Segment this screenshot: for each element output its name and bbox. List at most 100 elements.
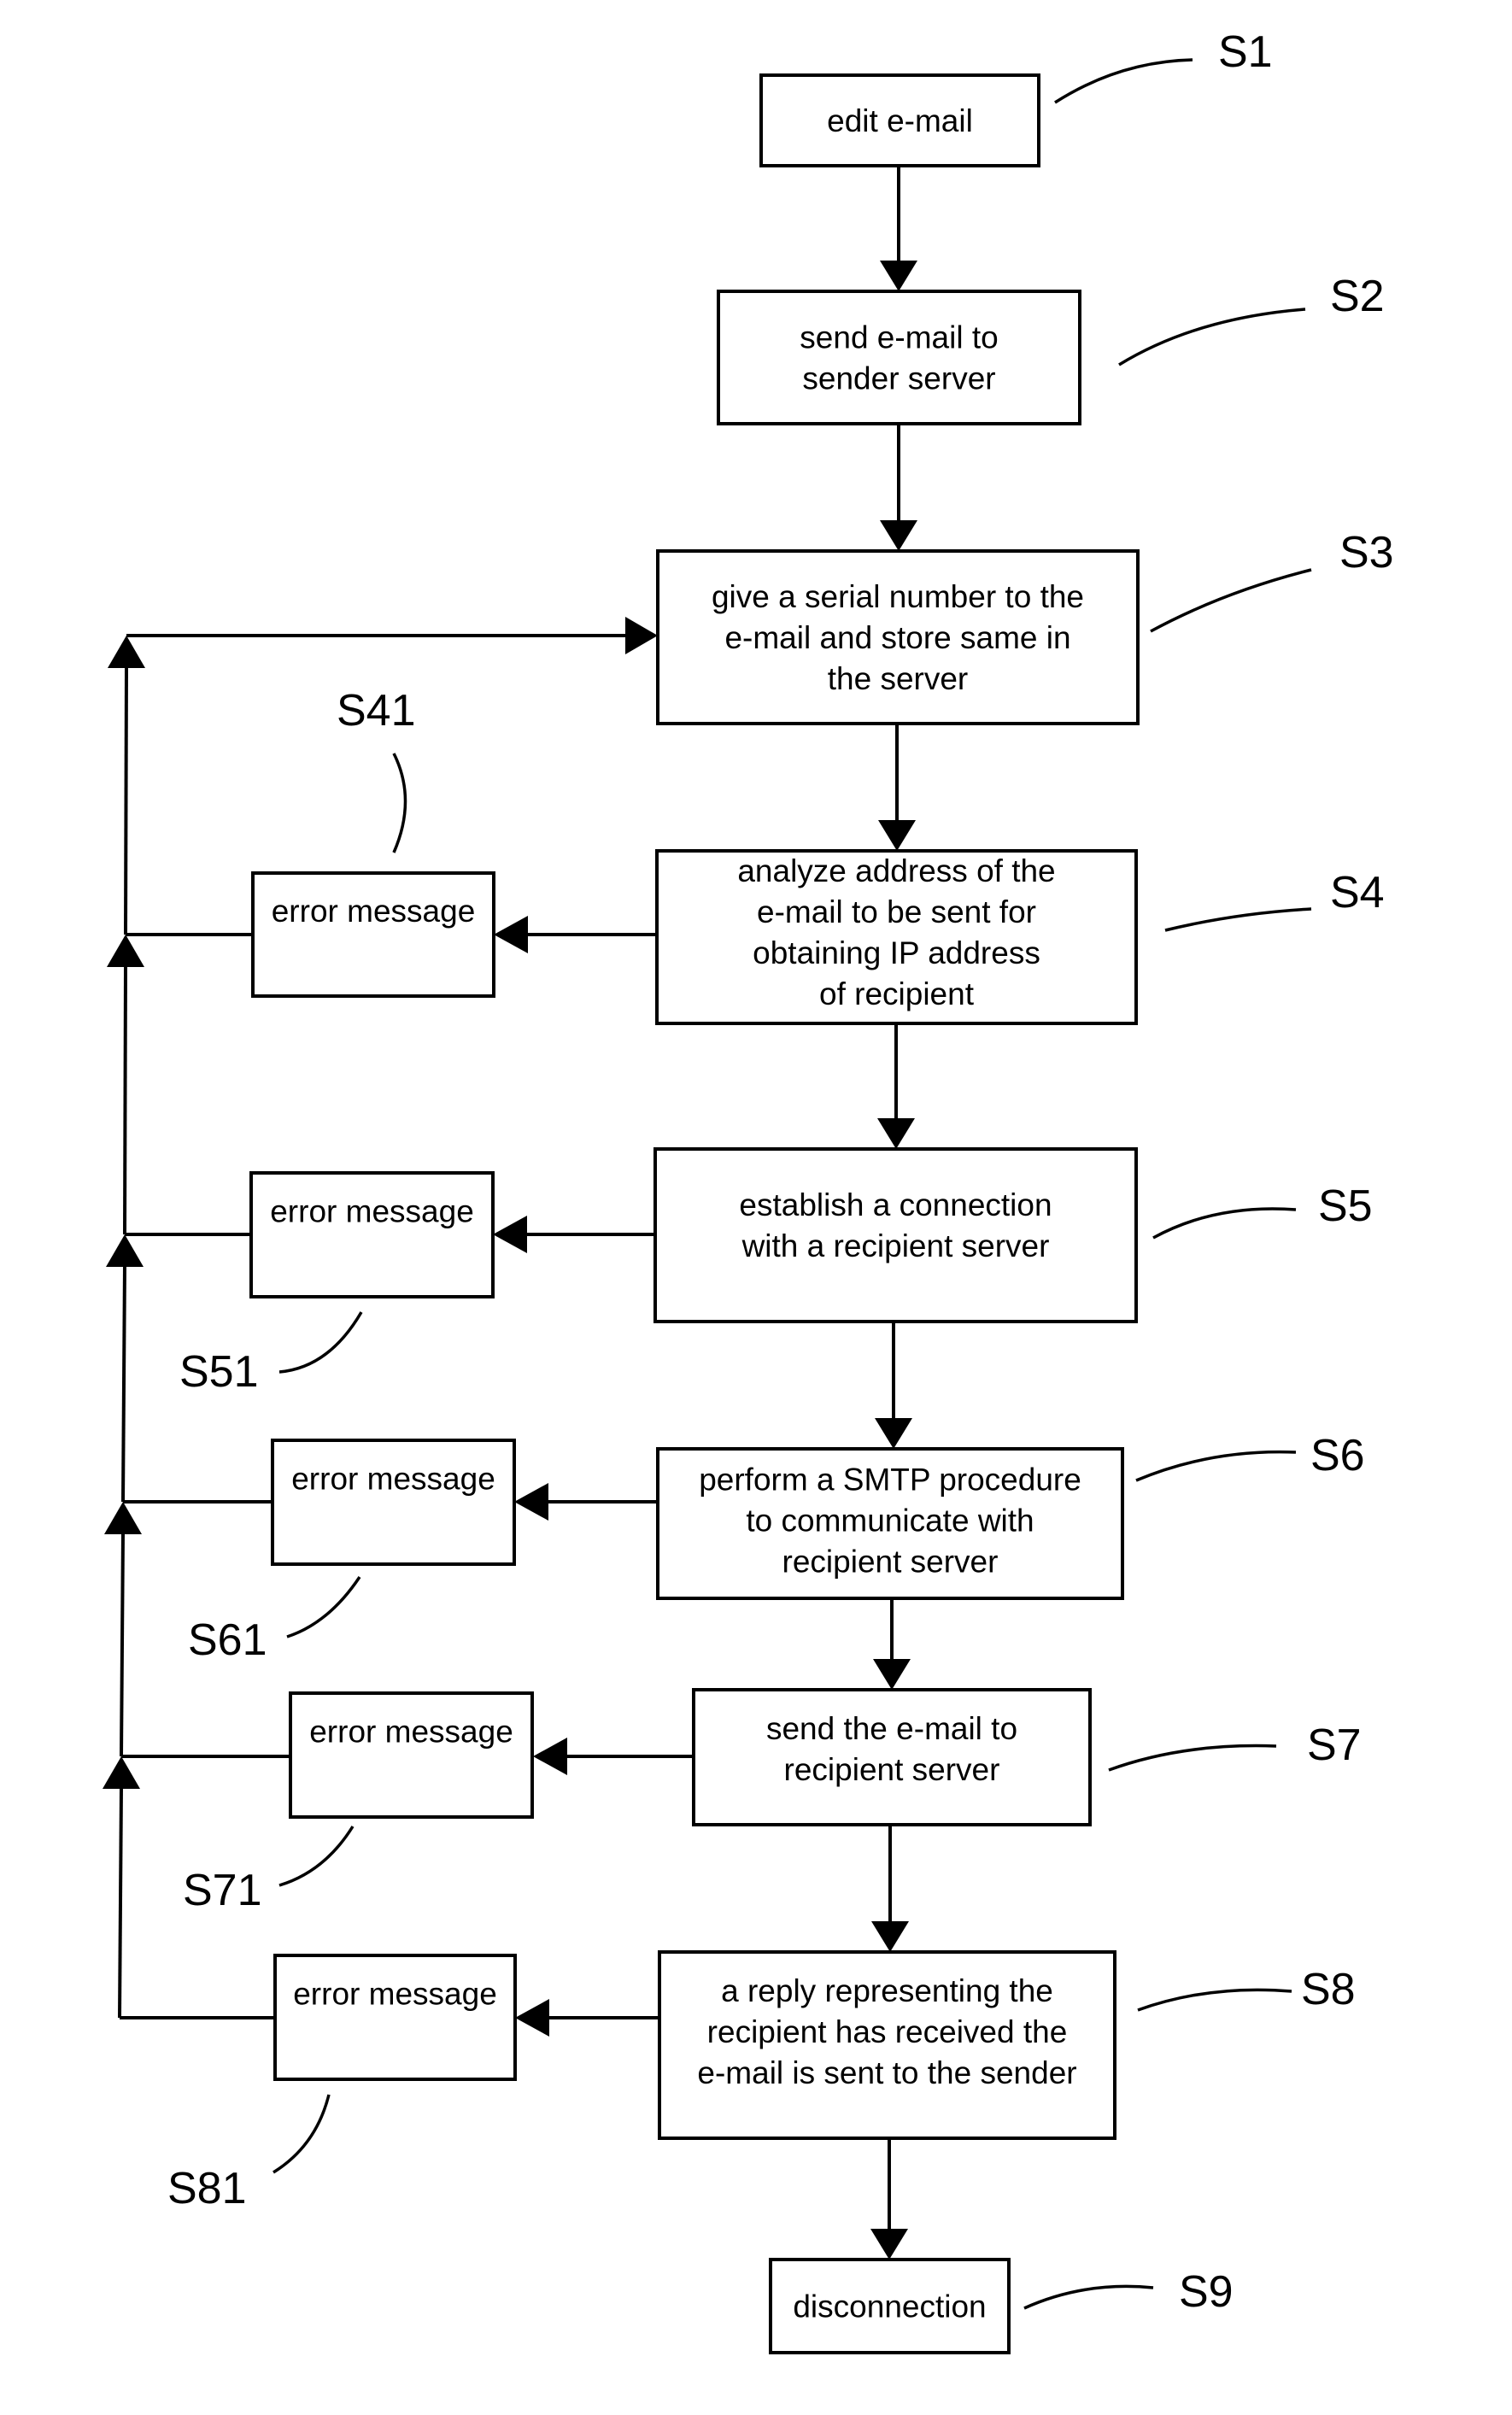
error-box-s61: error message: [271, 1439, 516, 1566]
step-box-s3: give a serial number to the e-mail and st…: [656, 549, 1140, 725]
label-s6: S6: [1310, 1431, 1365, 1480]
step-box-s3-text-line: e-mail and store same in: [724, 620, 1070, 655]
label-s8: S8: [1301, 1965, 1356, 2014]
error-box-s41-frame: [251, 871, 495, 998]
error-box-s51: error message: [249, 1171, 495, 1298]
arrowhead-s3: [880, 520, 917, 551]
step-box-s2-text-line: send e-mail to: [800, 320, 998, 355]
rail-segment-1: [118, 1786, 123, 2019]
leader-s81: [273, 2094, 331, 2174]
error-boxes: error message error message error message e…: [249, 871, 534, 2081]
arrowhead-s41: [494, 916, 528, 953]
label-s3: S3: [1339, 528, 1394, 577]
error-box-s41-text-line: error message: [272, 894, 476, 929]
label-s51: S51: [179, 1347, 259, 1397]
step-box-s6-text-line: recipient server: [782, 1545, 999, 1580]
rail-arrowhead-4: [107, 935, 144, 967]
rail-arrowhead-2: [104, 1502, 142, 1534]
step-box-s9: disconnection: [769, 2258, 1011, 2354]
label-s2: S2: [1330, 272, 1385, 321]
step-box-s8: a reply representing the recipient has re…: [658, 1950, 1116, 2140]
step-box-s4-text-line: e-mail to be sent for: [757, 894, 1036, 929]
step-box-s8-text-line: e-mail is sent to the sender: [697, 2055, 1076, 2090]
arrowhead-s7: [873, 1659, 911, 1690]
rail-arrowhead-1: [103, 1756, 140, 1789]
arrowhead-s81: [515, 1999, 549, 2037]
step-box-s5-text-line: with a recipient server: [741, 1228, 1050, 1263]
step-box-s4-text-line: analyze address of the: [737, 853, 1055, 888]
label-s41: S41: [337, 686, 416, 736]
label-s81: S81: [167, 2164, 247, 2213]
error-box-s61-frame: [271, 1439, 516, 1566]
step-box-s7: send the e-mail to recipient server: [692, 1688, 1092, 1826]
leader-s7: [1108, 1744, 1277, 1772]
error-box-s81-frame: [273, 1954, 517, 2081]
label-s5: S5: [1318, 1181, 1373, 1231]
leader-s41: [392, 753, 407, 853]
rail-segment-2: [120, 1532, 125, 1757]
step-box-s5-text-line: establish a connection: [739, 1187, 1052, 1222]
step-box-s4-text-line: of recipient: [819, 976, 975, 1011]
leader-s4: [1164, 907, 1312, 932]
error-box-s61-text-line: error message: [291, 1462, 495, 1497]
leader-s51: [278, 1311, 363, 1374]
rail-arrowhead-3: [106, 1234, 144, 1267]
step-box-s9-text-line: disconnection: [793, 2289, 986, 2324]
arrowhead-s61: [514, 1483, 548, 1521]
step-box-s5: establish a connection with a recipient s…: [653, 1147, 1138, 1323]
step-box-s6: perform a SMTP procedure to communicate w…: [656, 1447, 1124, 1600]
arrowhead-s4: [878, 820, 916, 851]
step-box-s4-text-line: obtaining IP address: [753, 935, 1040, 970]
step-box-s1-text-line: edit e-mail: [827, 103, 973, 138]
leader-s71: [278, 1826, 355, 1887]
error-box-s41: error message: [251, 871, 495, 998]
label-s9: S9: [1179, 2267, 1234, 2317]
step-box-s7-text-line: recipient server: [784, 1752, 1000, 1787]
leader-s2: [1118, 308, 1306, 366]
step-box-s2: send e-mail to sender server: [717, 290, 1081, 425]
error-box-s71-text-line: error message: [309, 1715, 513, 1750]
error-box-s71-frame: [289, 1691, 534, 1819]
rail-segment-4: [123, 964, 127, 1235]
step-box-s2-text-line: sender server: [802, 361, 995, 396]
leader-s8: [1137, 1988, 1292, 2012]
arrowhead-s8: [871, 1921, 909, 1952]
arrowhead-return-s3: [625, 617, 658, 654]
step-box-s8-text-line: a reply representing the: [721, 1973, 1053, 2008]
error-box-s51-frame: [249, 1171, 495, 1298]
label-s1: S1: [1218, 27, 1273, 77]
error-box-s81: error message: [273, 1954, 517, 2081]
rail-segment-3: [121, 1264, 126, 1503]
step-box-s6-text-line: perform a SMTP procedure: [699, 1462, 1081, 1498]
flowchart: edit e-mail send e-mail to sender server gi…: [103, 27, 1394, 2354]
label-s4: S4: [1330, 868, 1385, 917]
leader-s5: [1152, 1207, 1297, 1240]
arrowhead-s51: [493, 1216, 527, 1253]
step-box-s4: analyze address of the e-mail to be sent …: [655, 849, 1138, 1025]
arrowhead-s71: [533, 1738, 567, 1775]
step-box-s3-text-line: give a serial number to the: [712, 579, 1084, 614]
leader-s6: [1135, 1450, 1297, 1482]
error-box-s71: error message: [289, 1691, 534, 1819]
arrowhead-s5: [877, 1118, 915, 1149]
leader-s3: [1150, 568, 1312, 633]
rail-arrowhead-5: [108, 636, 145, 668]
step-box-s7-text-line: send the e-mail to: [766, 1711, 1017, 1746]
label-s71: S71: [183, 1866, 262, 1915]
arrowhead-s9: [870, 2229, 908, 2260]
leader-s1: [1054, 58, 1193, 104]
step-box-s3-text-line: the server: [828, 661, 969, 696]
step-box-s2-frame: [717, 290, 1081, 425]
leader-s9: [1023, 2284, 1154, 2310]
error-box-s51-text-line: error message: [270, 1194, 474, 1229]
leader-s61: [286, 1576, 361, 1638]
label-s61: S61: [188, 1615, 267, 1665]
label-s7: S7: [1307, 1720, 1362, 1770]
arrowhead-s6: [875, 1418, 912, 1449]
step-box-s1: edit e-mail: [759, 73, 1040, 167]
error-box-s81-text-line: error message: [293, 1977, 497, 2012]
step-boxes: edit e-mail send e-mail to sender server gi…: [653, 73, 1140, 2354]
arrowhead-s2: [880, 261, 917, 291]
step-box-s6-text-line: to communicate with: [746, 1504, 1034, 1539]
step-box-s8-text-line: recipient has received the: [707, 2014, 1068, 2049]
